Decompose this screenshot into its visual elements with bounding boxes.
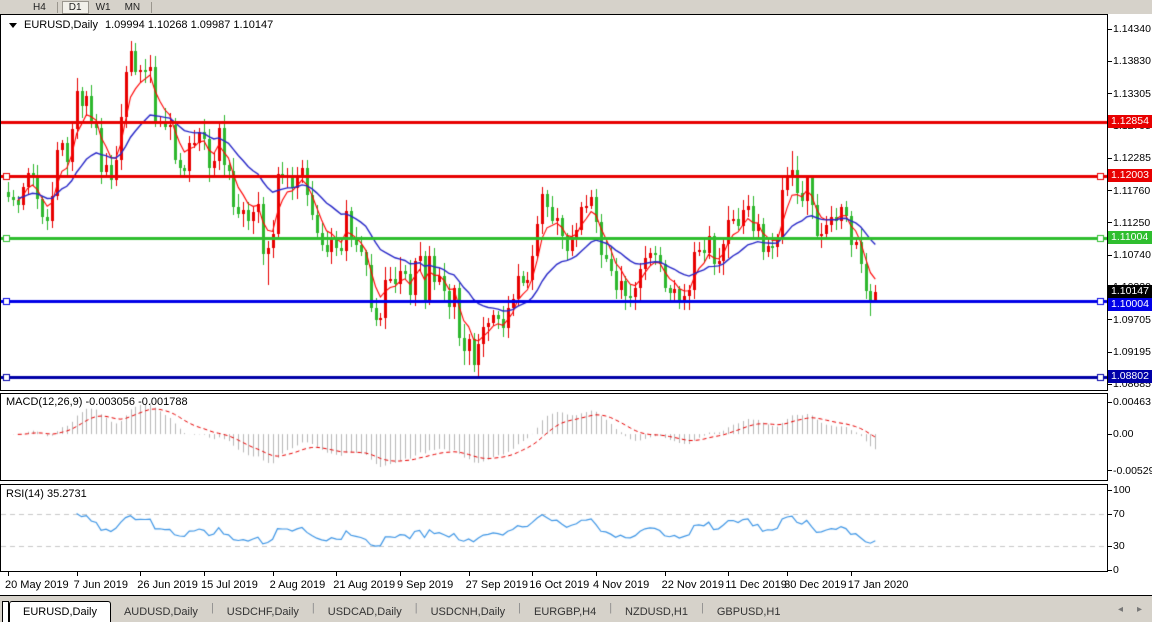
date-axis-tick: [596, 572, 597, 576]
price-axis-label: 1.11760: [1113, 185, 1150, 197]
tab-scroll-arrows: ◂▸: [1118, 604, 1142, 615]
price-badge: 1.12854: [1108, 115, 1152, 128]
price-axis-label: 1.13830: [1113, 55, 1151, 67]
price-badge: 1.08802: [1108, 370, 1152, 383]
date-axis-label: 2 Aug 2019: [270, 579, 326, 591]
date-axis-label: 21 Aug 2019: [333, 579, 395, 591]
date-axis-label: 16 Oct 2019: [529, 579, 589, 591]
date-axis-tick: [665, 572, 666, 576]
date-axis-label: 26 Jun 2019: [137, 579, 198, 591]
chart-symbol-label: EURUSD,Daily: [24, 19, 98, 31]
price-axis-tick: [1108, 190, 1112, 191]
macd-axis-label: 0.00463: [1113, 396, 1151, 408]
date-axis-label: 4 Nov 2019: [593, 579, 649, 591]
timeframe-d1-button[interactable]: D1: [62, 1, 89, 14]
price-axis-tick: [1108, 222, 1112, 223]
date-axis-label: 30 Dec 2019: [784, 579, 846, 591]
price-axis-tick: [1108, 61, 1112, 62]
date-axis-tick: [336, 572, 337, 576]
rsi-axis-label: 0: [1113, 564, 1119, 576]
macd-axis-label: -0.005299: [1113, 465, 1152, 477]
date-axis-tick: [204, 572, 205, 576]
price-badge: 1.11004: [1108, 231, 1152, 244]
date-axis-tick: [400, 572, 401, 576]
price-axis-tick: [1108, 93, 1112, 94]
date-axis-tick: [140, 572, 141, 576]
main-chart-pane: [0, 14, 1108, 391]
timeframe-mn-button[interactable]: MN: [118, 1, 148, 14]
tab-scroll-left-icon[interactable]: ◂: [1118, 604, 1123, 615]
price-axis-label: 1.09195: [1113, 346, 1151, 358]
date-axis-label: 7 Jun 2019: [74, 579, 128, 591]
date-axis-tick: [8, 572, 9, 576]
symbol-tab-gbpusd-h1[interactable]: GBPUSD,H1: [704, 603, 794, 622]
toolbar-separator: [57, 2, 58, 13]
rsi-pane: [0, 484, 1108, 572]
rsi-axis-label: 70: [1113, 508, 1125, 520]
symbol-tab-usdchf-daily[interactable]: USDCHF,Daily: [214, 603, 312, 622]
macd-axis-tick: [1108, 402, 1112, 403]
symbol-tab-usdcad-daily[interactable]: USDCAD,Daily: [315, 603, 415, 622]
symbol-tab-bar: EURUSD,DailyAUDUSD,Daily|USDCHF,Daily|US…: [0, 596, 1152, 622]
price-axis-tick: [1108, 158, 1112, 159]
rsi-axis-tick: [1108, 546, 1112, 547]
timeframe-h4-button[interactable]: H4: [26, 1, 53, 14]
rsi-axis-label: 30: [1113, 540, 1125, 552]
date-axis-tick: [469, 572, 470, 576]
rsi-axis-tick: [1108, 514, 1112, 515]
chart-dropdown-icon[interactable]: [9, 23, 17, 28]
macd-axis-label: 0.00: [1113, 428, 1133, 440]
price-axis-tick: [1108, 384, 1112, 385]
date-axis-label: 11 Dec 2019: [725, 579, 787, 591]
price-axis-label: 1.13305: [1113, 88, 1151, 100]
date-axis-tick: [532, 572, 533, 576]
price-axis-label: 1.11250: [1113, 217, 1150, 229]
price-axis-label: 1.09705: [1113, 314, 1151, 326]
timeframe-toolbar: H4 D1 W1 MN: [0, 0, 1152, 14]
date-axis-tick: [851, 572, 852, 576]
price-axis-tick: [1108, 29, 1112, 30]
rsi-axis-tick: [1108, 570, 1112, 571]
macd-label: MACD(12,26,9) -0.003056 -0.001788: [6, 396, 188, 408]
date-axis-label: 17 Jan 2020: [848, 579, 909, 591]
date-axis-label: 9 Sep 2019: [397, 579, 453, 591]
tab-scroll-right-icon[interactable]: ▸: [1137, 604, 1142, 615]
symbol-tab-usdcnh-daily[interactable]: USDCNH,Daily: [418, 603, 519, 622]
date-axis-label: 27 Sep 2019: [466, 579, 528, 591]
date-axis-tick: [728, 572, 729, 576]
price-axis-label: 1.10740: [1113, 249, 1151, 261]
rsi-axis-tick: [1108, 490, 1112, 491]
date-axis-label: 20 May 2019: [5, 579, 69, 591]
date-axis-tick: [787, 572, 788, 576]
toolbar-separator: [151, 2, 152, 13]
macd-axis-tick: [1108, 470, 1112, 471]
rsi-axis-label: 100: [1113, 484, 1131, 496]
price-axis-tick: [1108, 352, 1112, 353]
price-axis-tick: [1108, 319, 1112, 320]
chart-title: EURUSD,Daily 1.09994 1.10268 1.09987 1.1…: [9, 19, 273, 31]
symbol-tab-eurgbp-h4[interactable]: EURGBP,H4: [521, 603, 609, 622]
chart-ohlc-values: 1.09994 1.10268 1.09987 1.10147: [105, 19, 273, 31]
rsi-label: RSI(14) 35.2731: [6, 488, 87, 500]
date-axis-label: 22 Nov 2019: [662, 579, 724, 591]
date-axis-label: 15 Jul 2019: [201, 579, 258, 591]
symbol-tab-nzdusd-h1[interactable]: NZDUSD,H1: [612, 603, 701, 622]
price-chart-canvas[interactable]: [1, 15, 1107, 390]
rsi-canvas[interactable]: [1, 485, 1107, 571]
symbol-tab-eurusd-daily[interactable]: EURUSD,Daily: [9, 601, 111, 622]
date-axis-tick: [77, 572, 78, 576]
price-axis-label: 1.14340: [1113, 23, 1151, 35]
symbol-tab-audusd-daily[interactable]: AUDUSD,Daily: [111, 603, 211, 622]
timeframe-w1-button[interactable]: W1: [89, 1, 118, 14]
price-badge: 1.10004: [1108, 298, 1152, 311]
price-axis-label: 1.12285: [1113, 152, 1151, 164]
macd-axis-tick: [1108, 434, 1112, 435]
tabstrip-edge: [2, 601, 9, 622]
price-axis-tick: [1108, 255, 1112, 256]
price-badge: 1.10147: [1108, 285, 1152, 298]
price-badge: 1.12003: [1108, 169, 1152, 182]
date-axis-tick: [273, 572, 274, 576]
